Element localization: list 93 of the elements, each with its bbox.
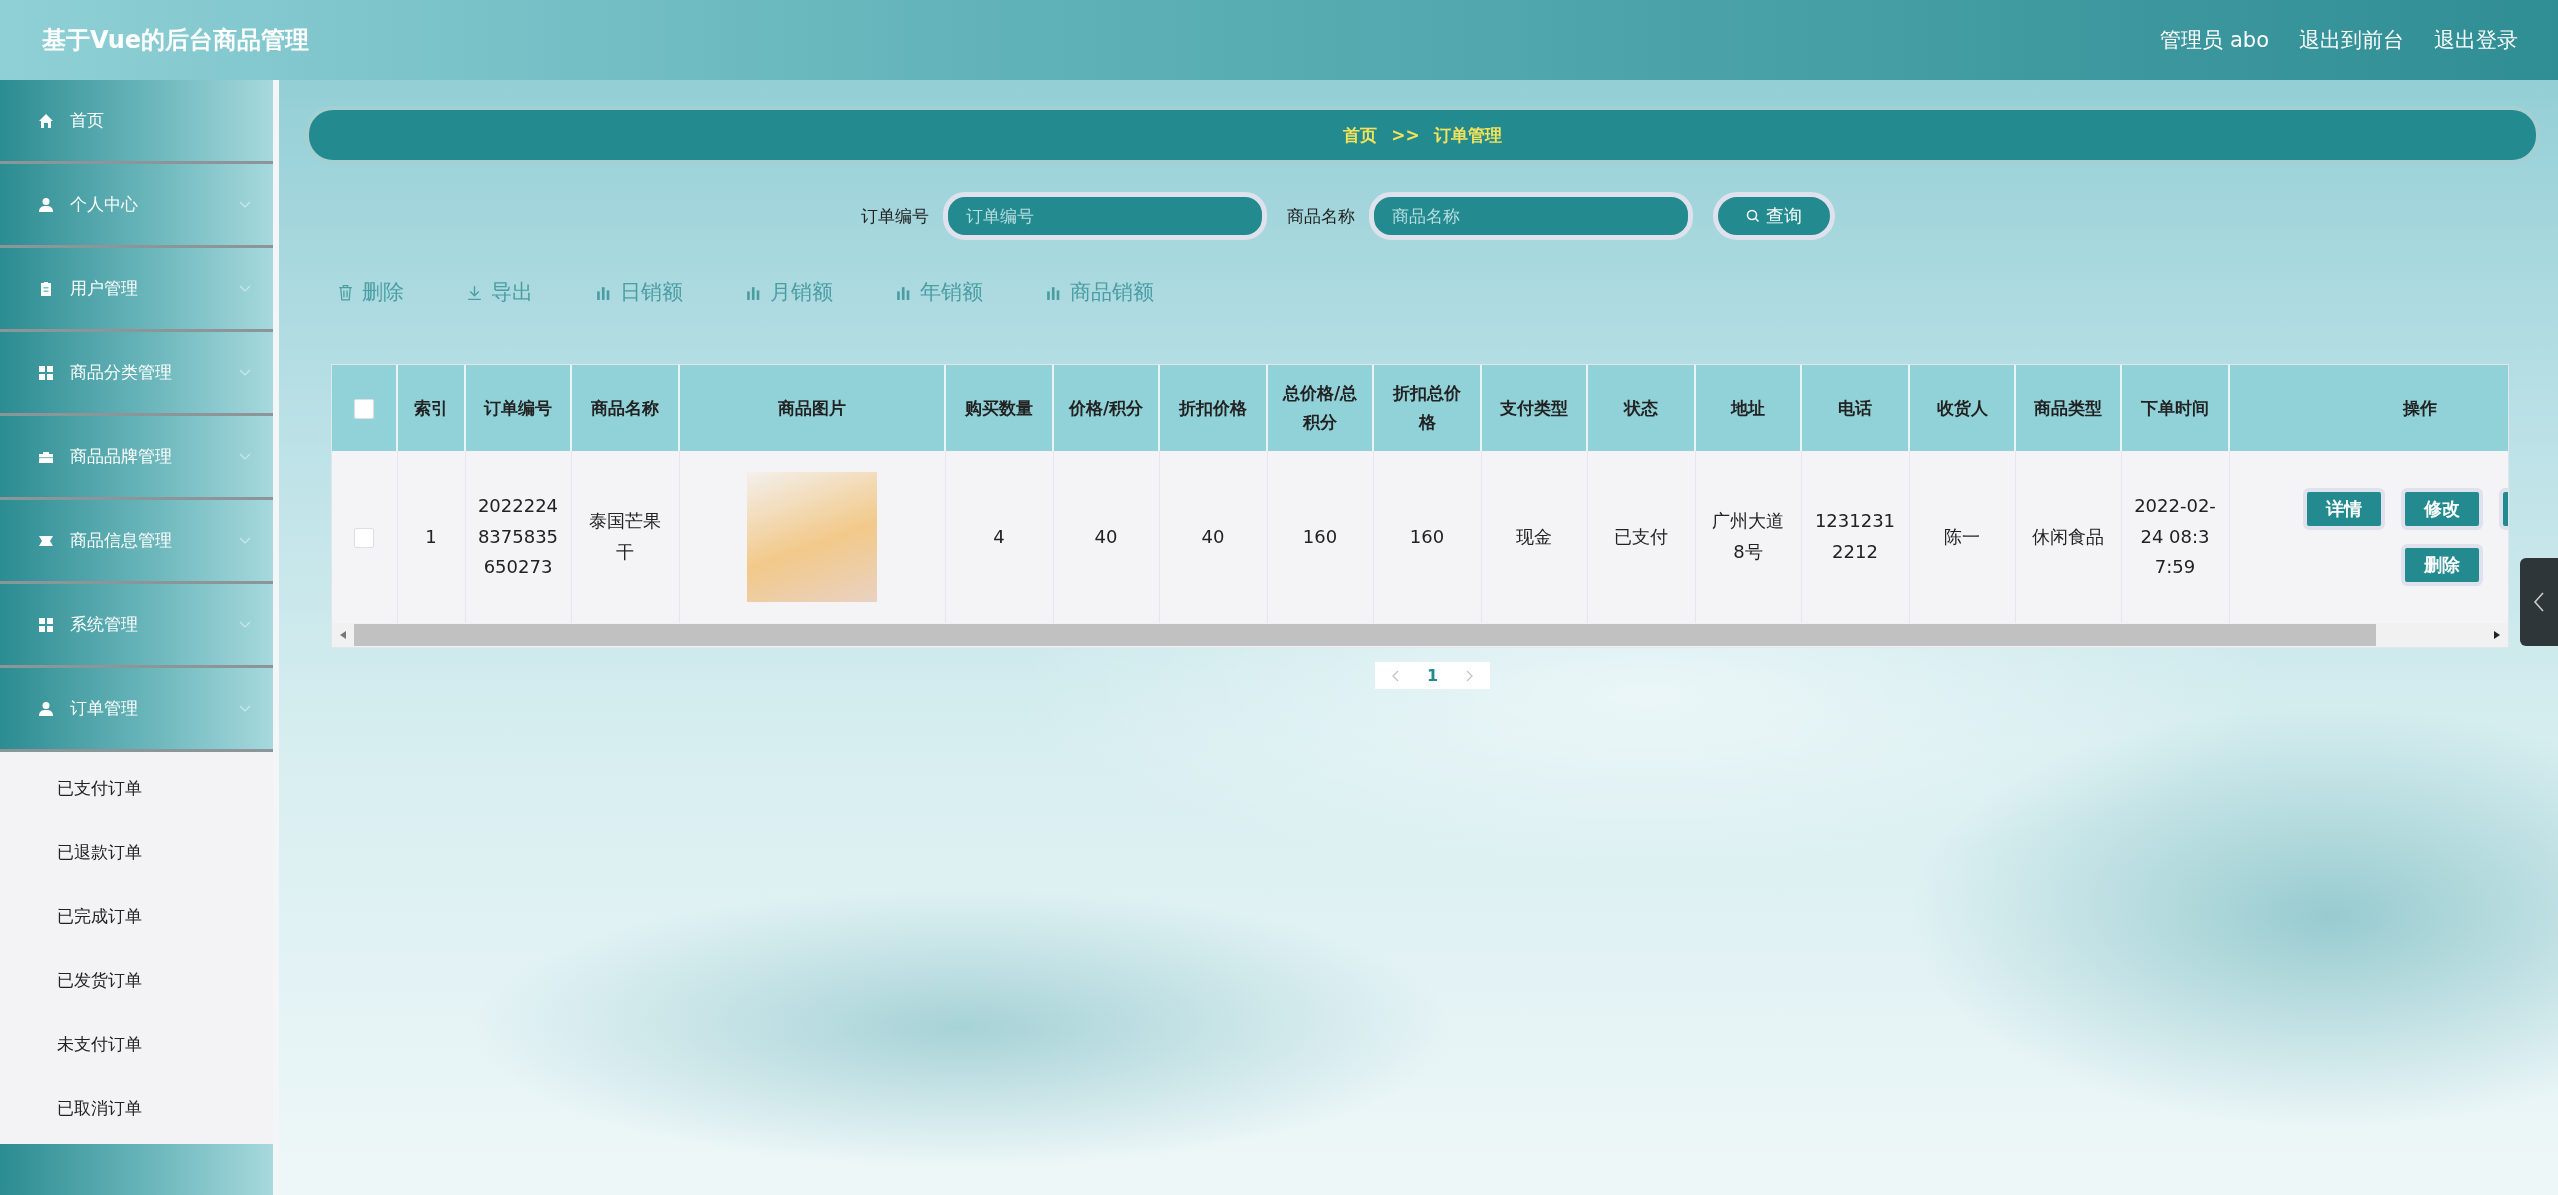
chevron-icon — [239, 620, 251, 629]
column-header: 价格/积分 — [1068, 397, 1144, 418]
app-title: 基于Vue的后台商品管理 — [42, 25, 310, 56]
previous-page-icon[interactable] — [1391, 669, 1401, 682]
column-header: 折扣总价格 — [1393, 383, 1461, 432]
action-button[interactable]: 删除 — [2400, 544, 2483, 586]
toolbar-button[interactable]: 日销额 — [595, 278, 683, 306]
row-checkbox[interactable] — [354, 527, 375, 548]
column-header: 商品图片 — [778, 397, 846, 418]
chevron-icon — [239, 368, 251, 377]
breadcrumb-separator: >> — [1391, 125, 1420, 145]
search-label: 订单编号 — [860, 204, 929, 228]
sidebar-menu-item[interactable]: 商品分类管理 — [0, 332, 273, 416]
trash-icon — [337, 283, 354, 301]
sidebar-menu-item[interactable]: 订单管理 — [0, 668, 273, 752]
table-cell: 40 — [1094, 525, 1118, 547]
chevron-icon — [239, 284, 251, 293]
admin-user-label: 管理员 abo — [2160, 27, 2269, 54]
column-header: 总价格/总积分 — [1282, 383, 1358, 432]
table-cell: 12312312212 — [1814, 510, 1896, 562]
sidebar-menu-item[interactable]: 个人中心 — [0, 164, 273, 248]
submenu-item[interactable]: 已取消订单 — [0, 1076, 273, 1140]
header-link[interactable]: 退出到前台 — [2299, 26, 2404, 54]
sidebar-menu-item[interactable]: 用户管理 — [0, 248, 273, 332]
table-cell: 已支付 — [1614, 525, 1668, 547]
search-icon — [1745, 209, 1760, 223]
column-header: 电话 — [1838, 397, 1872, 418]
toolbar-button[interactable]: 导出 — [466, 278, 533, 306]
select-all-checkbox[interactable] — [354, 398, 374, 419]
column-header: 状态 — [1624, 397, 1658, 418]
scroll-right-icon[interactable] — [2493, 630, 2501, 640]
column-header: 收货人 — [1936, 397, 1988, 418]
table-cell: 2022-02-24 08:37:59 — [2134, 495, 2216, 578]
column-header: 折扣价格 — [1179, 397, 1247, 418]
download-icon — [466, 283, 483, 301]
submenu-item[interactable]: 已支付订单 — [0, 756, 273, 820]
action-button[interactable]: 详情 — [2302, 488, 2385, 530]
collapse-tab[interactable] — [2520, 558, 2558, 646]
column-header: 商品名称 — [591, 397, 659, 418]
grid-icon — [38, 616, 54, 633]
user-icon — [38, 700, 54, 717]
chevron-icon — [239, 704, 251, 713]
clipboard-icon — [38, 280, 54, 297]
submenu-item[interactable]: 已退款订单 — [0, 820, 273, 884]
sidebar-menu-item[interactable]: 商品信息管理 — [0, 500, 273, 584]
search-field[interactable]: 商品名称 — [1368, 192, 1693, 240]
home-icon — [38, 112, 54, 129]
column-header: 支付类型 — [1500, 397, 1568, 418]
table-cell: 160 — [1302, 525, 1338, 547]
toolbar-button[interactable]: 月销额 — [745, 278, 833, 306]
sidebar-menu-item[interactable]: 商品品牌管理 — [0, 416, 273, 500]
column-header: 购买数量 — [965, 397, 1033, 418]
action-button[interactable]: 修改 — [2400, 488, 2483, 530]
grid-icon — [38, 364, 54, 381]
next-page-icon[interactable] — [1464, 669, 1475, 682]
table-cell: 1 — [425, 525, 437, 547]
table-cell: 陈一 — [1944, 525, 1980, 547]
table-cell: 现金 — [1516, 525, 1552, 547]
header-link[interactable]: 退出登录 — [2434, 26, 2518, 54]
table-cell: 160 — [1409, 525, 1445, 547]
table-cell: 休闲食品 — [2032, 525, 2104, 547]
scroll-left-icon[interactable] — [339, 630, 347, 640]
sidebar-menu-item[interactable]: 系统管理 — [0, 584, 273, 668]
column-header: 订单编号 — [484, 397, 552, 418]
table-cell: 4 — [993, 525, 1005, 547]
toolbar-button[interactable]: 年销额 — [895, 278, 983, 306]
chevron-left-icon — [2533, 591, 2545, 613]
table-cell: 广州大道8号 — [1712, 510, 1784, 562]
table-cell: 泰国芒果干 — [589, 510, 661, 562]
search-label: 商品名称 — [1286, 204, 1355, 228]
table-cell: 40 — [1201, 525, 1225, 547]
toolbar-button[interactable]: 删除 — [337, 278, 404, 306]
table-cell: 20222248375835650273 — [477, 495, 559, 578]
page-number[interactable]: 1 — [1427, 666, 1439, 685]
sidebar-menu-item[interactable]: 首页 — [0, 80, 273, 164]
toolbar-button[interactable]: 商品销额 — [1045, 278, 1154, 306]
search-field[interactable]: 订单编号 — [942, 192, 1267, 240]
search-button[interactable]: 查询 — [1712, 192, 1835, 240]
submenu-item[interactable]: 已完成订单 — [0, 884, 273, 948]
column-header: 下单时间 — [2141, 397, 2209, 418]
chevron-icon — [239, 200, 251, 209]
column-header: 操作 — [2403, 397, 2437, 418]
horizontal-scrollbar[interactable] — [332, 623, 2508, 647]
submenu-item[interactable]: 已发货订单 — [0, 948, 273, 1012]
breadcrumb-item[interactable]: 首页 — [1343, 123, 1378, 147]
column-header: 地址 — [1731, 397, 1765, 418]
chevron-icon — [239, 536, 251, 545]
column-header: 商品类型 — [2034, 397, 2102, 418]
chevron-icon — [239, 452, 251, 461]
submenu-item[interactable]: 未支付订单 — [0, 1012, 273, 1076]
column-header: 索引 — [414, 397, 448, 418]
breadcrumb-item[interactable]: 订单管理 — [1433, 123, 1502, 147]
user-icon — [38, 196, 54, 213]
